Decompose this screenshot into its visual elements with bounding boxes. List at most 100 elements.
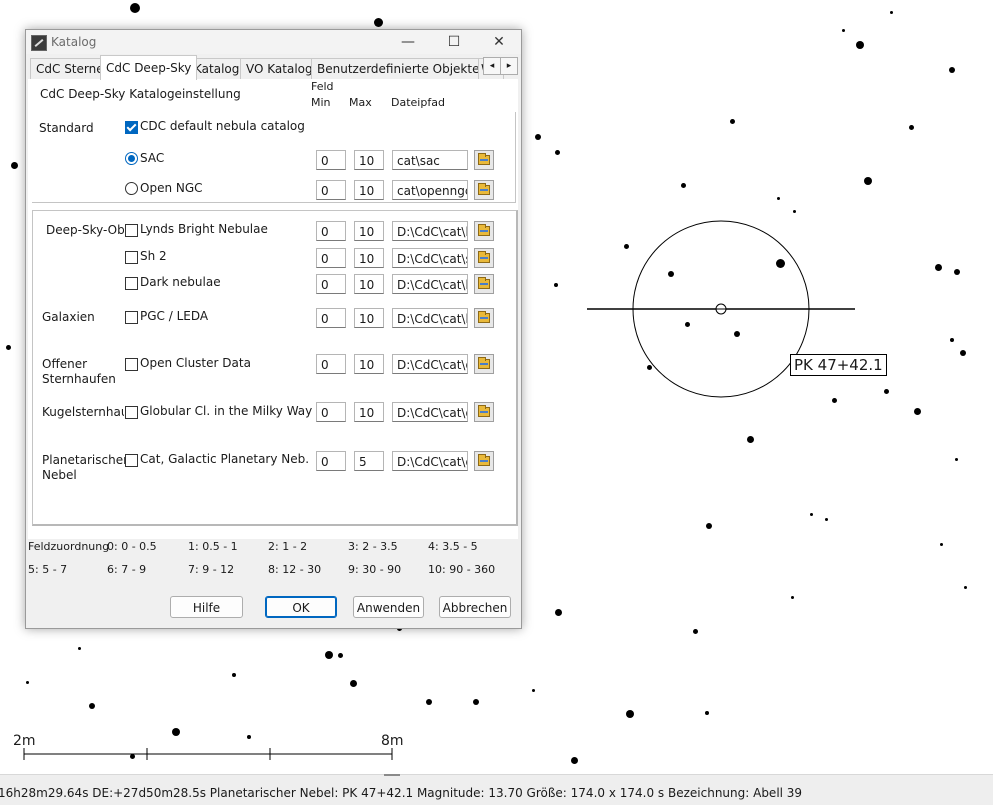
app-icon (31, 35, 47, 51)
folder-icon (478, 251, 490, 263)
field-legend-item: 7: 9 - 12 (188, 563, 235, 576)
dialog-titlebar[interactable]: Katalog — ☐ ✕ (26, 30, 521, 54)
openngc-radio[interactable] (125, 182, 138, 195)
globular-max-input[interactable]: 10 (354, 402, 384, 422)
lbn-browse-button[interactable] (474, 221, 494, 241)
planetary-label: Cat, Galactic Planetary Neb. (140, 452, 310, 466)
column-header-min: Min (311, 96, 331, 109)
standard-group-label: Standard (39, 121, 94, 135)
lbn-checkbox[interactable] (125, 224, 138, 237)
tab-cdc-deep-sky[interactable]: CdC Deep-Sky (100, 55, 198, 80)
column-header-path: Dateipfad (391, 96, 445, 109)
group-label-globular: Kugelsternhaufen (42, 405, 124, 419)
sh2-browse-button[interactable] (474, 248, 494, 268)
open-cluster-path-input[interactable]: D:\CdC\cat\ocl (392, 354, 468, 374)
field-legend-item: 3: 2 - 3.5 (348, 540, 398, 553)
apply-button[interactable]: Anwenden (353, 596, 424, 618)
lbn-label: Lynds Bright Nebulae (140, 222, 268, 236)
sac-max-input[interactable]: 10 (354, 150, 384, 170)
globular-browse-button[interactable] (474, 402, 494, 422)
field-legend-item: 10: 90 - 360 (428, 563, 496, 576)
sh2-path-input[interactable]: D:\CdC\cat\sh2 (392, 248, 468, 268)
planetary-path-input[interactable]: D:\CdC\cat\gpn (392, 451, 468, 471)
field-legend-item: 9: 30 - 90 (348, 563, 402, 576)
folder-icon (478, 357, 490, 369)
openngc-browse-button[interactable] (474, 180, 494, 200)
cancel-button[interactable]: Abbrechen (439, 596, 511, 618)
sac-label: SAC (140, 151, 165, 165)
dark-nebulae-browse-button[interactable] (474, 274, 494, 294)
folder-icon (478, 183, 490, 195)
openngc-path-input[interactable]: cat\openngc (392, 180, 468, 200)
group-label-planetary: Planetarischer Nebel (42, 453, 129, 482)
minimize-button[interactable]: — (385, 30, 431, 54)
sh2-min-input[interactable]: 0 (316, 248, 346, 268)
tab-cdc-stars[interactable]: CdC Sterne (30, 58, 110, 79)
help-button[interactable]: Hilfe (170, 596, 243, 618)
column-header-max: Max (349, 96, 372, 109)
lbn-min-input[interactable]: 0 (316, 221, 346, 241)
default-catalog-label: CDC default nebula catalog (140, 119, 305, 133)
lbn-path-input[interactable]: D:\CdC\cat\lbn (392, 221, 468, 241)
tab-scroll-right-button[interactable]: ▸ (500, 57, 518, 75)
open-cluster-max-input[interactable]: 10 (354, 354, 384, 374)
ok-button[interactable]: OK (265, 596, 337, 618)
field-legend-title: Feldzuordnung (28, 540, 110, 553)
planetary-browse-button[interactable] (474, 451, 494, 471)
tab-scroll-left-button[interactable]: ◂ (483, 57, 501, 75)
maximize-button[interactable]: ☐ (431, 30, 477, 54)
sac-radio[interactable] (125, 152, 138, 165)
dark-nebulae-min-input[interactable]: 0 (316, 274, 346, 294)
folder-icon (478, 277, 490, 289)
pgc-leda-min-input[interactable]: 0 (316, 308, 346, 328)
sac-min-input[interactable]: 0 (316, 150, 346, 170)
globular-label: Globular Cl. in the Milky Way (140, 404, 313, 418)
pgc-leda-label: PGC / LEDA (140, 309, 209, 323)
field-legend-item: 5: 5 - 7 (28, 563, 68, 576)
pgc-leda-max-input[interactable]: 10 (354, 308, 384, 328)
dialog-title: Katalog (51, 35, 97, 49)
object-label[interactable]: PK 47+42.1 (790, 354, 887, 376)
planetary-max-input[interactable]: 5 (354, 451, 384, 471)
pgc-leda-checkbox[interactable] (125, 311, 138, 324)
globular-min-input[interactable]: 0 (316, 402, 346, 422)
tab-vo-catalog[interactable]: VO Katalog (240, 58, 319, 79)
open-cluster-min-input[interactable]: 0 (316, 354, 346, 374)
group-label-deep-sky: Deep-Sky-Objekte (46, 223, 124, 237)
status-splitter-handle[interactable] (384, 774, 400, 776)
planetary-min-input[interactable]: 0 (316, 451, 346, 471)
folder-icon (478, 454, 490, 466)
pgc-leda-path-input[interactable]: D:\CdC\cat\leda (392, 308, 468, 328)
openngc-max-input[interactable]: 10 (354, 180, 384, 200)
field-legend-item: 2: 1 - 2 (268, 540, 308, 553)
sh2-checkbox[interactable] (125, 251, 138, 264)
close-button[interactable]: ✕ (476, 30, 522, 54)
dark-nebulae-path-input[interactable]: D:\CdC\cat\barnard (392, 274, 468, 294)
field-legend-item: 8: 12 - 30 (268, 563, 322, 576)
planetary-checkbox[interactable] (125, 454, 138, 467)
field-legend: Feldzuordnung 0: 0 - 0.5 1: 0.5 - 1 2: 1… (28, 539, 518, 576)
status-object-info: 16h28m29.64s DE:+27d50m28.5s Planetarisc… (0, 786, 803, 800)
folder-icon (478, 405, 490, 417)
folder-icon (478, 153, 490, 165)
tab-user-objects[interactable]: Benutzerdefinierte Objekte (311, 58, 486, 79)
open-cluster-checkbox[interactable] (125, 358, 138, 371)
column-header-field: Feld (311, 80, 334, 93)
sac-browse-button[interactable] (474, 150, 494, 170)
open-cluster-browse-button[interactable] (474, 354, 494, 374)
globular-checkbox[interactable] (125, 406, 138, 419)
dark-nebulae-checkbox[interactable] (125, 277, 138, 290)
lbn-max-input[interactable]: 10 (354, 221, 384, 241)
pgc-leda-browse-button[interactable] (474, 308, 494, 328)
dark-nebulae-max-input[interactable]: 10 (354, 274, 384, 294)
default-catalog-checkbox[interactable] (125, 121, 138, 134)
field-legend-item: 1: 0.5 - 1 (188, 540, 238, 553)
sh2-label: Sh 2 (140, 249, 167, 263)
globular-path-input[interactable]: D:\CdC\cat\gcm (392, 402, 468, 422)
sh2-max-input[interactable]: 10 (354, 248, 384, 268)
field-legend-item: 4: 3.5 - 5 (428, 540, 478, 553)
tab-bar: CdC Sterne CdC Deep-Sky Katalog VO Katal… (28, 55, 518, 80)
dark-nebulae-label: Dark nebulae (140, 275, 221, 289)
sac-path-input[interactable]: cat\sac (392, 150, 468, 170)
openngc-min-input[interactable]: 0 (316, 180, 346, 200)
